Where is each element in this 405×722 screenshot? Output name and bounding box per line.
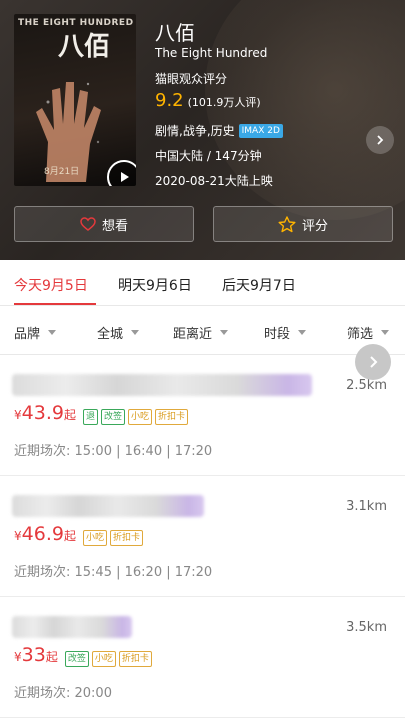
movie-title: 八佰	[155, 21, 195, 45]
filter-more[interactable]: 筛选	[347, 323, 390, 342]
filter-more-label: 筛选	[347, 327, 374, 342]
price-suffix: 起	[63, 408, 76, 422]
price-suffix: 起	[45, 650, 58, 664]
movie-english-title: The Eight Hundred	[155, 46, 268, 60]
movie-detail-button[interactable]	[366, 126, 394, 154]
date-tab-bar: 今天9月5日 明天9月6日 后天9月7日	[0, 260, 405, 306]
poster-top-text: THE EIGHT HUNDRED	[18, 18, 134, 28]
rating-row: 9.2 (101.9万人评)	[155, 90, 261, 111]
caret-down-icon	[131, 330, 140, 335]
chevron-right-icon	[370, 356, 378, 368]
cinema-distance: 2.5km	[346, 378, 387, 393]
want-to-watch-button[interactable]: 想看	[14, 206, 194, 242]
play-trailer-button[interactable]	[107, 160, 136, 186]
filter-brand-label: 品牌	[14, 327, 41, 342]
heart-icon	[80, 217, 96, 231]
price-suffix: 起	[63, 529, 76, 543]
filter-brand[interactable]: 品牌	[14, 323, 57, 342]
active-tab-indicator	[14, 303, 96, 305]
tab-day-after-tomorrow[interactable]: 后天9月7日	[222, 275, 296, 295]
tab-today[interactable]: 今天9月5日	[14, 275, 88, 295]
cinema-name-blurred	[12, 616, 132, 638]
movie-genres: 剧情,战争,历史	[155, 124, 235, 138]
cinema-price-row: ¥ 33 起 改签 小吃 折扣卡	[14, 644, 152, 667]
cinema-showtimes: 近期场次: 20:00	[14, 686, 112, 701]
cinema-price-row: ¥ 46.9 起 小吃 折扣卡	[14, 523, 143, 546]
cinema-name-blurred	[12, 374, 312, 396]
format-badge: IMAX 2D	[238, 123, 283, 138]
tag-snack: 小吃	[128, 409, 153, 425]
filter-time-slot[interactable]: 时段	[264, 323, 307, 342]
tag-discount-card: 折扣卡	[109, 530, 143, 546]
filter-distance[interactable]: 距离近	[173, 323, 229, 342]
filter-distance-label: 距离近	[173, 327, 213, 342]
price-currency: ¥	[14, 650, 22, 664]
cinema-list-item[interactable]: 2.5km ¥ 43.9 起 退 改签 小吃 折扣卡 近期场次: 15:00 |…	[0, 356, 405, 476]
tab-tomorrow[interactable]: 明天9月6日	[118, 275, 192, 295]
price-value: 33	[21, 644, 46, 666]
tag-discount-card: 折扣卡	[155, 409, 189, 425]
rate-button[interactable]: 评分	[213, 206, 393, 242]
tag-discount-card: 折扣卡	[118, 651, 152, 667]
cinema-distance: 3.1km	[346, 499, 387, 514]
poster-date-text: 8月21日	[44, 167, 80, 177]
filter-area-label: 全城	[97, 327, 124, 342]
rate-label: 评分	[301, 218, 328, 234]
price-value: 43.9	[21, 402, 64, 424]
cinema-list-item[interactable]: 3.1km ¥ 46.9 起 小吃 折扣卡 近期场次: 15:45 | 16:2…	[0, 477, 405, 597]
caret-down-icon	[381, 330, 390, 335]
price-currency: ¥	[14, 529, 22, 543]
cinema-showtimes: 近期场次: 15:45 | 16:20 | 17:20	[14, 565, 213, 580]
cinema-list-item[interactable]: 3.5km ¥ 33 起 改签 小吃 折扣卡 近期场次: 20:00	[0, 598, 405, 718]
chevron-right-icon	[377, 135, 384, 145]
price-value: 46.9	[21, 523, 64, 545]
caret-down-icon	[220, 330, 229, 335]
tag-snack: 小吃	[82, 530, 107, 546]
movie-release-date: 2020-08-21大陆上映	[155, 174, 273, 188]
tag-reschedule: 改签	[64, 651, 89, 667]
caret-down-icon	[298, 330, 307, 335]
play-icon	[121, 172, 129, 182]
price-currency: ¥	[14, 408, 22, 422]
cinema-showtimes: 近期场次: 15:00 | 16:40 | 17:20	[14, 444, 213, 459]
movie-poster[interactable]: THE EIGHT HUNDRED 八佰 8月21日	[14, 14, 136, 186]
poster-chinese-title: 八佰	[58, 32, 111, 62]
cinema-distance: 3.5km	[346, 620, 387, 635]
movie-header: THE EIGHT HUNDRED 八佰 8月21日 八佰 The Eight …	[0, 0, 405, 260]
cinema-name-blurred	[12, 495, 204, 517]
tag-refund: 退	[82, 409, 98, 425]
filter-area[interactable]: 全城	[97, 323, 140, 342]
rating-label: 猫眼观众评分	[155, 72, 228, 86]
genre-row: 剧情,战争,历史 IMAX 2D	[155, 122, 283, 139]
rating-count: (101.9万人评)	[187, 96, 261, 109]
star-icon	[278, 215, 296, 232]
tag-snack: 小吃	[91, 651, 116, 667]
cinema-price-row: ¥ 43.9 起 退 改签 小吃 折扣卡	[14, 402, 189, 425]
caret-down-icon	[48, 330, 57, 335]
filter-bar: 品牌 全城 距离近 时段 筛选	[0, 307, 405, 355]
rating-score: 9.2	[155, 90, 184, 111]
floating-next-button[interactable]	[355, 344, 391, 380]
filter-time-slot-label: 时段	[264, 327, 291, 342]
want-to-watch-label: 想看	[101, 218, 128, 234]
movie-region-duration: 中国大陆 / 147分钟	[155, 149, 262, 163]
tag-reschedule: 改签	[100, 409, 125, 425]
